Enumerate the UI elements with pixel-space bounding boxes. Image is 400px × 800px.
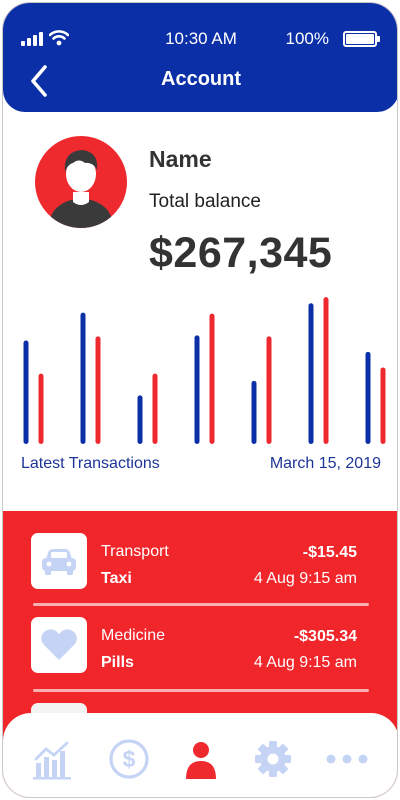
chart-bar	[80, 312, 86, 444]
chart-bar	[23, 340, 29, 444]
heart-icon	[41, 629, 77, 660]
chart-bar	[308, 303, 314, 444]
header-bar: 10:30 AM 100% Account	[3, 3, 397, 112]
chart-bar	[266, 336, 272, 444]
transaction-category: Transport	[101, 543, 169, 560]
divider	[33, 689, 369, 692]
transactions-chart	[23, 297, 386, 444]
avatar[interactable]	[35, 136, 127, 228]
chart-bar	[194, 335, 200, 444]
battery-percent: 100%	[285, 29, 329, 48]
transaction-category: Medicine	[101, 627, 166, 644]
chart-bar	[152, 373, 158, 444]
user-name: Name	[149, 146, 212, 172]
latest-transactions-label: Latest Transactions	[21, 455, 160, 472]
chart-icon[interactable]	[31, 737, 75, 781]
dollar-icon[interactable]: $	[107, 737, 151, 781]
more-icon[interactable]	[325, 737, 369, 781]
battery-icon	[343, 31, 380, 47]
svg-text:$: $	[123, 746, 136, 772]
balance-amount: $267,345	[149, 229, 333, 277]
transaction-item-name: Pills	[101, 654, 134, 671]
transaction-icon-box	[31, 617, 87, 673]
chart-date: March 15, 2019	[269, 455, 381, 472]
chart-bar	[38, 373, 44, 444]
chart-bar	[209, 313, 215, 444]
gear-icon[interactable]	[251, 737, 295, 781]
chart-bar	[323, 297, 329, 444]
transaction-icon-box	[31, 533, 87, 589]
divider	[33, 603, 369, 606]
chart-bar	[380, 367, 386, 444]
page-title: Account	[161, 68, 241, 90]
transaction-time: 4 Aug 9:15 am	[253, 654, 357, 671]
balance-label: Total balance	[149, 191, 261, 212]
status-time: 10:30 AM	[165, 29, 237, 48]
transaction-time: 4 Aug 9:15 am	[253, 570, 357, 587]
transaction-item-name: Taxi	[101, 570, 132, 587]
chart-bar	[137, 395, 143, 444]
bottom-nav: $	[3, 713, 397, 797]
status-bar: 10:30 AM 100%	[3, 29, 397, 49]
transaction-amount: -$305.34	[293, 628, 357, 645]
phone-frame: 10:30 AM 100% Account Name Total balance…	[2, 2, 398, 798]
user-icon[interactable]	[179, 737, 223, 781]
chart-bar	[95, 336, 101, 444]
car-icon	[42, 549, 76, 575]
chart-bar	[365, 351, 371, 444]
transaction-amount: -$15.45	[302, 544, 357, 561]
user-avatar-icon	[49, 150, 113, 228]
chart-bar	[251, 380, 257, 444]
